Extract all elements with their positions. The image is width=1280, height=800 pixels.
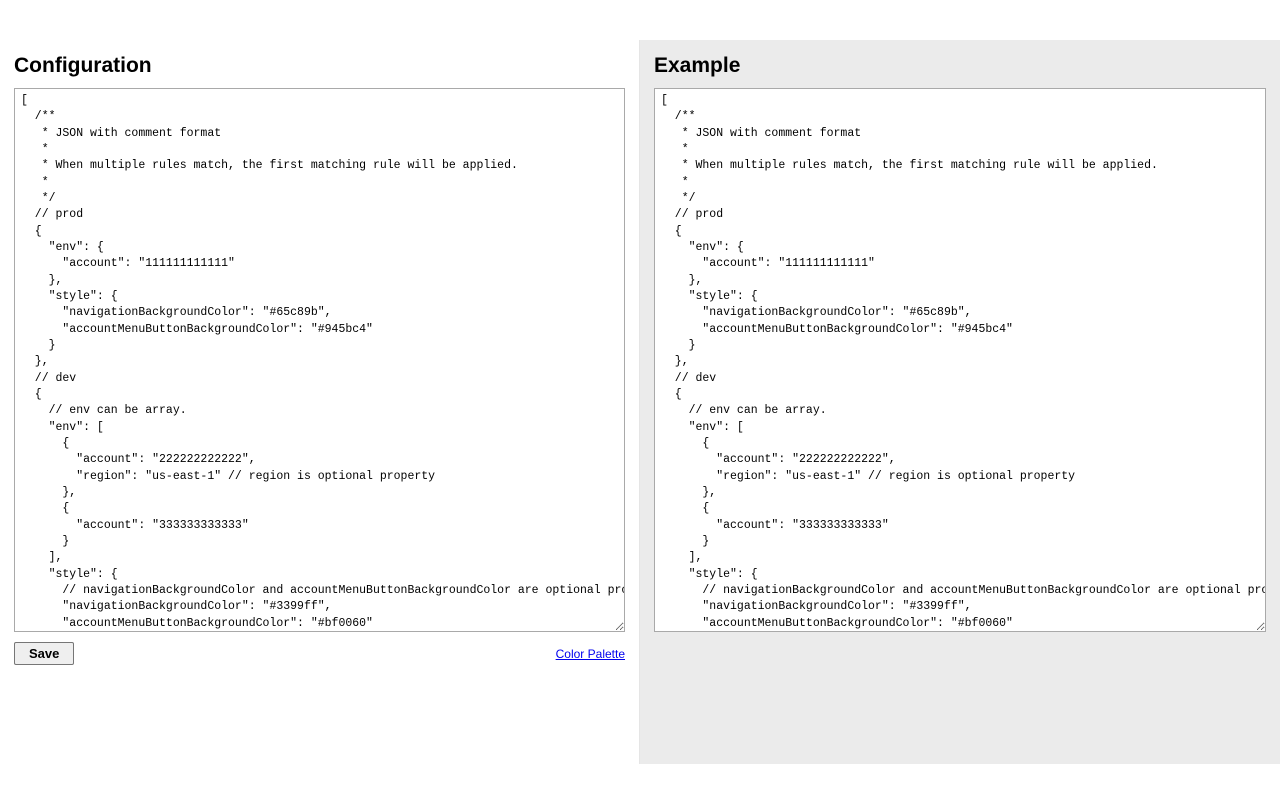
top-spacer <box>0 0 1280 40</box>
color-palette-link[interactable]: Color Palette <box>556 647 625 661</box>
main-container: Configuration Save Color Palette Example <box>0 40 1280 764</box>
example-title: Example <box>654 54 1266 78</box>
configuration-panel: Configuration Save Color Palette <box>0 40 640 764</box>
configuration-footer: Save Color Palette <box>14 642 625 665</box>
save-button[interactable]: Save <box>14 642 74 665</box>
example-panel: Example <box>640 40 1280 764</box>
configuration-title: Configuration <box>14 54 625 78</box>
configuration-textarea[interactable] <box>14 88 625 632</box>
example-textarea[interactable] <box>654 88 1266 632</box>
